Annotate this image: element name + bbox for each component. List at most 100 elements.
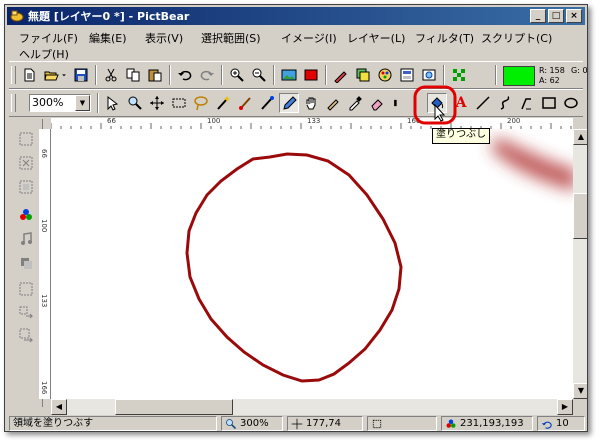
status-zoom: 300% — [240, 418, 269, 429]
vertical-scroll-thumb[interactable] — [573, 193, 587, 239]
frame-button[interactable] — [18, 281, 34, 297]
status-color: 231,193,193 — [460, 418, 524, 429]
arrow-pointer-icon — [107, 95, 119, 111]
current-color-swatch[interactable] — [503, 66, 535, 86]
line-icon — [476, 96, 490, 110]
zoom-in-button[interactable] — [227, 65, 247, 85]
drawing-canvas[interactable] — [51, 129, 573, 399]
move-tool[interactable] — [147, 93, 167, 113]
zoom-select[interactable]: 300% ▼ — [29, 94, 91, 112]
vertical-scrollbar[interactable]: ▲ ▼ — [573, 129, 587, 399]
pencil-tool[interactable] — [279, 93, 299, 113]
zoom-in-icon — [230, 68, 244, 82]
new-file-button[interactable] — [19, 65, 39, 85]
line-tool[interactable] — [473, 93, 493, 113]
open-dropdown-button[interactable] — [59, 65, 69, 85]
menu-file[interactable]: ファイル(F) — [19, 30, 78, 46]
bezier-tool[interactable] — [517, 93, 537, 113]
status-color-panel: 231,193,193 — [441, 416, 533, 431]
eyedropper-tool[interactable] — [345, 93, 365, 113]
paste-button[interactable] — [145, 65, 165, 85]
pointer-tool[interactable] — [103, 93, 123, 113]
stamp-button[interactable] — [18, 255, 34, 271]
menu-layer[interactable]: レイヤー(L) — [347, 30, 405, 46]
menu-bar: ファイル(F) 編集(E) 表示(V) 選択範囲(S) イメージ(I) レイヤー… — [9, 27, 583, 63]
tool-separator-marker — [391, 93, 401, 113]
draw-mode-button[interactable] — [331, 65, 351, 85]
scroll-up-arrow-icon[interactable]: ▲ — [573, 129, 587, 145]
color-g-readout: G: 0 — [571, 66, 588, 75]
scissors-icon — [105, 68, 117, 82]
cut-button[interactable] — [101, 65, 121, 85]
toolbar-grip[interactable] — [11, 94, 16, 112]
scroll-down-arrow-icon[interactable]: ▼ — [573, 383, 587, 399]
scroll-right-arrow-icon[interactable]: ▶ — [557, 399, 573, 415]
select-all-button[interactable] — [18, 131, 34, 147]
color-select-button[interactable] — [18, 207, 34, 223]
ellipse-tool[interactable] — [561, 93, 581, 113]
color-dots-icon — [20, 209, 32, 220]
h-ruler-label: 100 — [207, 118, 221, 125]
menu-filter[interactable]: フィルタ(T) — [415, 30, 474, 46]
menu-image[interactable]: イメージ(I) — [281, 30, 337, 46]
color-r-readout: R: 158 — [539, 66, 565, 75]
deselect-button[interactable] — [18, 155, 34, 171]
zoom-out-button[interactable] — [249, 65, 269, 85]
image-view-button[interactable] — [279, 65, 299, 85]
menu-script[interactable]: スクリプト(C) — [481, 30, 552, 46]
transfer-button[interactable] — [18, 305, 34, 321]
hand-tool[interactable] — [301, 93, 321, 113]
menu-help[interactable]: ヘルプ(H) — [19, 46, 69, 62]
vertical-ruler: 66 100 133 166 — [39, 129, 51, 399]
eraser-tool[interactable] — [367, 93, 387, 113]
horizontal-scroll-thumb[interactable] — [115, 399, 233, 415]
magnifier-icon — [226, 418, 237, 429]
dropdown-arrow-icon[interactable]: ▼ — [75, 95, 90, 111]
palette-button[interactable] — [375, 65, 395, 85]
h-ruler-label: 200 — [507, 118, 521, 125]
undo-button[interactable] — [175, 65, 195, 85]
open-file-button[interactable] — [41, 65, 61, 85]
history-button[interactable] — [397, 65, 417, 85]
redo-button[interactable] — [197, 65, 217, 85]
navigator-button[interactable] — [419, 65, 439, 85]
zoom-tool[interactable] — [125, 93, 145, 113]
airbrush-tool[interactable] — [257, 93, 277, 113]
red-square-icon — [304, 69, 318, 81]
minimize-button[interactable]: _ — [530, 9, 546, 23]
toolbar-grip[interactable] — [11, 66, 16, 84]
smudge-icon — [327, 99, 339, 111]
menu-selection[interactable]: 選択範囲(S) — [201, 30, 261, 46]
v-ruler-label: 133 — [40, 294, 48, 308]
menu-edit[interactable]: 編集(E) — [89, 30, 127, 46]
smudge-tool[interactable] — [323, 93, 343, 113]
menu-view[interactable]: 表示(V) — [145, 30, 183, 46]
color-picker-button[interactable] — [449, 65, 469, 85]
status-cursor-panel: 177,74 — [287, 416, 363, 431]
title-bar[interactable]: 無題 [レイヤー0 *] - PictBear _ □ × — [7, 7, 585, 25]
scroll-left-arrow-icon[interactable]: ◀ — [51, 399, 67, 415]
curve-tool[interactable] — [495, 93, 515, 113]
pictbear-window: 無題 [レイヤー0 *] - PictBear _ □ × ファイル(F) 編集… — [4, 4, 588, 432]
zoom-select-value: 300% — [32, 96, 64, 109]
stamp-icon — [21, 258, 32, 269]
v-ruler-label: 166 — [40, 381, 48, 395]
maximize-button[interactable]: □ — [548, 9, 564, 23]
magic-wand-tool[interactable] — [213, 93, 233, 113]
rect-select-tool[interactable] — [169, 93, 189, 113]
rectangle-tool[interactable] — [539, 93, 559, 113]
music-button[interactable] — [18, 231, 34, 247]
copy-button[interactable] — [123, 65, 143, 85]
brush-tool[interactable] — [235, 93, 255, 113]
invert-selection-button[interactable] — [18, 179, 34, 195]
mouse-cursor-icon — [434, 104, 446, 122]
v-ruler-label: 66 — [40, 149, 48, 158]
save-button[interactable] — [71, 65, 91, 85]
horizontal-scrollbar[interactable]: ◀ ▶ — [51, 399, 573, 415]
close-button[interactable]: × — [566, 9, 582, 23]
lasso-tool[interactable] — [191, 93, 211, 113]
red-fill-button[interactable] — [301, 65, 321, 85]
paste-into-button[interactable] — [18, 327, 34, 343]
layer-button[interactable] — [353, 65, 373, 85]
color-grid-icon — [453, 69, 465, 81]
